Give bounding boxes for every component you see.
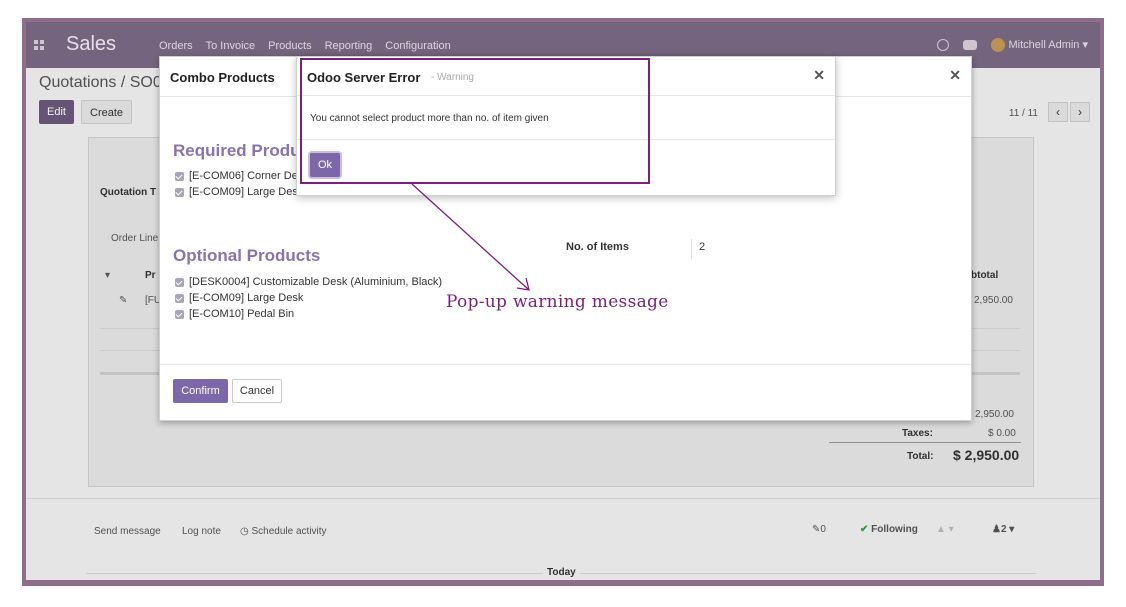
- item-label: [E-COM10] Pedal Bin: [189, 308, 295, 320]
- optional-item[interactable]: [DESK0004] Customizable Desk (Aluminium,…: [175, 276, 442, 288]
- field-separator: [691, 239, 692, 259]
- no-of-items-label: No. of Items: [566, 241, 629, 253]
- checkbox[interactable]: [175, 171, 184, 181]
- required-item[interactable]: [E-COM06] Corner Des: [175, 170, 303, 182]
- annotation-highlight-box: [300, 58, 650, 184]
- checkbox[interactable]: [175, 187, 184, 197]
- annotation-label: Pop-up warning message: [446, 292, 669, 312]
- no-of-items-value: 2: [699, 241, 706, 253]
- item-label: [DESK0004] Customizable Desk (Aluminium,…: [189, 276, 443, 288]
- close-icon[interactable]: ✕: [949, 67, 961, 84]
- screenshot-frame: Sales Orders To Invoice Products Reporti…: [22, 18, 1104, 586]
- checkbox[interactable]: [175, 309, 184, 319]
- required-item[interactable]: [E-COM09] Large Desl: [175, 186, 300, 198]
- confirm-button[interactable]: Confirm: [173, 379, 228, 403]
- item-label: [E-COM09] Large Desk: [189, 292, 304, 304]
- modal-footer-divider: [160, 364, 971, 365]
- item-label: [E-COM09] Large Desl: [189, 186, 301, 198]
- optional-products-title: Optional Products: [173, 246, 321, 265]
- checkbox[interactable]: [175, 293, 184, 303]
- optional-item[interactable]: [E-COM09] Large Desk: [175, 292, 303, 304]
- cancel-button[interactable]: Cancel: [232, 379, 282, 403]
- required-products-title: Required Produc: [173, 141, 310, 160]
- checkbox[interactable]: [175, 277, 184, 287]
- optional-item[interactable]: [E-COM10] Pedal Bin: [175, 308, 294, 320]
- modal-title: Combo Products: [170, 70, 275, 85]
- item-label: [E-COM06] Corner Des: [189, 170, 304, 182]
- close-icon[interactable]: ✕: [813, 67, 825, 84]
- app-screen: Sales Orders To Invoice Products Reporti…: [26, 22, 1100, 580]
